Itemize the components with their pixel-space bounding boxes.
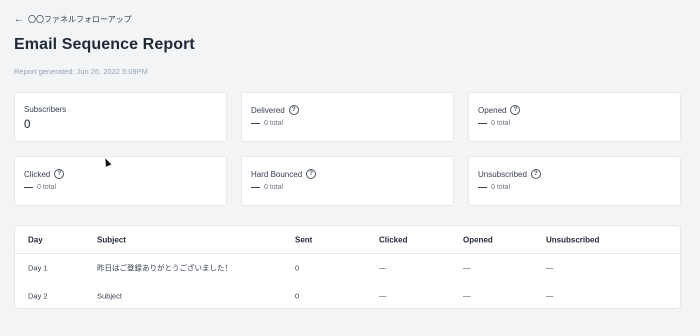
stat-card-delivered: Delivered ? 0 total xyxy=(241,92,454,142)
stat-card-hard-bounced: Hard Bounced ? 0 total xyxy=(241,156,454,206)
cell-unsubscribed: — xyxy=(546,263,554,273)
cell-unsubscribed: — xyxy=(546,291,554,301)
stat-value: 0 xyxy=(24,119,31,131)
dash-icon xyxy=(251,187,260,188)
header-sent: Sent xyxy=(295,235,313,244)
table-row[interactable]: Day 2 Subject 0 — — — xyxy=(15,282,680,308)
table-row[interactable]: Day 1 昨日はご登録ありがとうございました！ 0 — — — xyxy=(15,254,680,282)
header-clicked: Clicked xyxy=(379,235,408,244)
dash-icon xyxy=(478,187,487,188)
dash-icon xyxy=(24,187,33,188)
cell-sent: 0 xyxy=(295,291,300,301)
stat-total: 0 total xyxy=(37,184,57,191)
help-icon[interactable]: ? xyxy=(54,169,65,179)
page-title: Email Sequence Report xyxy=(14,36,195,53)
stat-total: 0 total xyxy=(491,184,511,191)
stat-label: Clicked xyxy=(24,169,51,179)
stat-card-subscribers: Subscribers 0 xyxy=(14,92,227,142)
back-link-label: 〇〇ファネルフォローアップ xyxy=(28,15,132,24)
cell-clicked: — xyxy=(379,263,387,273)
report-generated-text: Report generated: Jun 26, 2022 5:09PM xyxy=(14,67,148,76)
table-header-row: Day Subject Sent Clicked Opened Unsubscr… xyxy=(15,226,680,254)
cell-day: Day 1 xyxy=(28,263,48,273)
dash-icon xyxy=(251,123,260,124)
stat-card-clicked: Clicked ? 0 total xyxy=(14,156,227,206)
cell-sent: 0 xyxy=(295,263,300,273)
back-link[interactable]: ← 〇〇ファネルフォローアップ xyxy=(14,14,132,25)
help-icon[interactable]: ? xyxy=(530,169,541,179)
cell-opened: — xyxy=(463,291,471,301)
help-icon[interactable]: ? xyxy=(306,169,317,179)
cell-opened: — xyxy=(463,263,471,273)
stat-label: Hard Bounced xyxy=(251,169,303,179)
stat-total: 0 total xyxy=(491,120,511,127)
cell-subject: 昨日はご登録ありがとうございました！ xyxy=(97,263,232,273)
cell-day: Day 2 xyxy=(28,291,48,301)
header-day: Day xyxy=(28,235,43,244)
stat-card-unsubscribed: Unsubscribed ? 0 total xyxy=(468,156,681,206)
stat-label: Opened xyxy=(478,105,507,115)
help-icon[interactable]: ? xyxy=(510,105,521,115)
header-opened: Opened xyxy=(463,235,493,244)
stat-total: 0 total xyxy=(264,184,284,191)
stat-label: Unsubscribed xyxy=(478,169,527,179)
stat-total: 0 total xyxy=(264,120,284,127)
stat-card-opened: Opened ? 0 total xyxy=(468,92,681,142)
sequence-table: Day Subject Sent Clicked Opened Unsubscr… xyxy=(14,225,681,309)
cell-subject: Subject xyxy=(97,291,123,301)
help-icon[interactable]: ? xyxy=(288,105,299,115)
stat-label: Delivered xyxy=(251,105,285,115)
arrow-left-icon: ← xyxy=(14,13,24,25)
dash-icon xyxy=(478,123,487,124)
stat-label: Subscribers xyxy=(24,105,67,114)
header-unsubscribed: Unsubscribed xyxy=(546,235,600,244)
cell-clicked: — xyxy=(379,291,387,301)
header-subject: Subject xyxy=(97,235,126,244)
